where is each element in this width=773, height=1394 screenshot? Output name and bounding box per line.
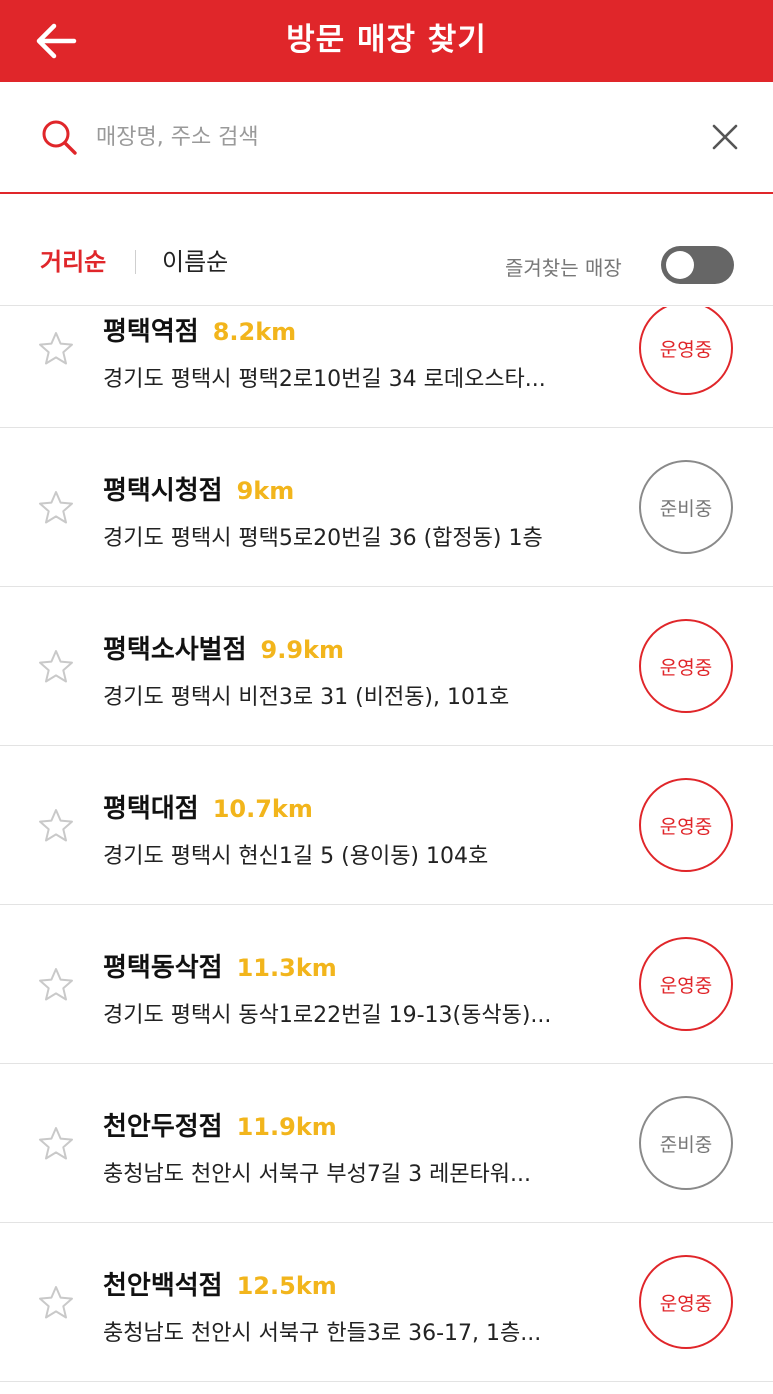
- store-distance: 12.5km: [236, 1272, 337, 1300]
- store-distance: 11.9km: [236, 1113, 337, 1141]
- page-title: 방문 매장 찾기: [286, 22, 487, 58]
- favorite-stores-toggle[interactable]: [661, 246, 734, 284]
- store-status-badge: 운영중: [639, 937, 733, 1031]
- star-outline-icon[interactable]: [37, 966, 75, 1004]
- store-status-badge: 준비중: [639, 460, 733, 554]
- store-address: 경기도 평택시 평택5로20번길 36 (합정동) 1층: [103, 526, 543, 551]
- store-list: 평택역점 8.2km 경기도 평택시 평택2로10번길 34 로데오스타... 운영중…: [0, 307, 773, 1394]
- store-list-item[interactable]: 평택역점 8.2km 경기도 평택시 평택2로10번길 34 로데오스타... 운영중: [0, 307, 773, 428]
- store-name-text: 천안백석점: [103, 1271, 223, 1301]
- store-distance: 10.7km: [212, 795, 313, 823]
- store-name-text: 천안두정점: [103, 1112, 223, 1142]
- star-outline-icon[interactable]: [37, 1284, 75, 1322]
- store-list-item[interactable]: 평택대점 10.7km 경기도 평택시 현신1길 5 (용이동) 104호 운영중: [0, 746, 773, 905]
- star-outline-icon[interactable]: [37, 807, 75, 845]
- store-status-badge: 준비중: [639, 1096, 733, 1190]
- store-name: 평택시청점 9km: [103, 470, 294, 507]
- store-distance: 9.9km: [260, 636, 345, 664]
- store-distance: 11.3km: [236, 954, 337, 982]
- clear-search-button[interactable]: [706, 118, 744, 156]
- sort-divider: [135, 250, 136, 274]
- store-name: 천안백석점 12.5km: [103, 1265, 337, 1302]
- store-name-text: 평택대점: [103, 794, 199, 824]
- store-name-text: 평택역점: [103, 317, 199, 347]
- store-status-badge: 운영중: [639, 619, 733, 713]
- store-list-item[interactable]: 평택동삭점 11.3km 경기도 평택시 동삭1로22번길 19-13(동삭동)..…: [0, 905, 773, 1064]
- store-address: 충청남도 천안시 서북구 부성7길 3 레몬타워...: [103, 1162, 532, 1187]
- star-outline-icon[interactable]: [37, 1125, 75, 1163]
- store-list-item[interactable]: 천안백석점 12.5km 충청남도 천안시 서북구 한들3로 36-17, 1층..…: [0, 1223, 773, 1382]
- star-outline-icon[interactable]: [37, 489, 75, 527]
- store-name-text: 평택시청점: [103, 476, 223, 506]
- store-name: 평택소사벌점 9.9km: [103, 629, 344, 666]
- search-bar: [0, 82, 773, 194]
- store-address: 충청남도 천안시 서북구 한들3로 36-17, 1층...: [103, 1321, 542, 1346]
- toggle-knob: [666, 251, 694, 279]
- store-name: 평택역점 8.2km: [103, 311, 296, 348]
- store-list-item[interactable]: 평택소사벌점 9.9km 경기도 평택시 비전3로 31 (비전동), 101호 운영…: [0, 587, 773, 746]
- store-status-badge: 운영중: [639, 307, 733, 395]
- sort-filter-row: 거리순 이름순 즐겨찾는 매장: [0, 196, 773, 306]
- star-outline-icon[interactable]: [37, 330, 75, 368]
- store-name: 천안두정점 11.9km: [103, 1106, 337, 1143]
- store-list-item[interactable]: 천안두정점 11.9km 충청남도 천안시 서북구 부성7길 3 레몬타워... 준비…: [0, 1064, 773, 1223]
- close-icon: [712, 124, 738, 150]
- store-status-badge: 운영중: [639, 1255, 733, 1349]
- favorite-stores-label: 즐겨찾는 매장: [505, 256, 622, 280]
- store-name: 평택동삭점 11.3km: [103, 947, 337, 984]
- sort-by-name-tab[interactable]: 이름순: [162, 242, 228, 277]
- store-address: 경기도 평택시 동삭1로22번길 19-13(동삭동)...: [103, 1003, 552, 1028]
- star-outline-icon[interactable]: [37, 648, 75, 686]
- store-status-badge: 운영중: [639, 778, 733, 872]
- store-distance: 9km: [236, 477, 295, 505]
- search-input[interactable]: [96, 116, 676, 158]
- store-address: 경기도 평택시 비전3로 31 (비전동), 101호: [103, 685, 510, 710]
- store-name-text: 평택동삭점: [103, 953, 223, 983]
- sort-by-distance-tab[interactable]: 거리순: [40, 242, 106, 277]
- store-name: 평택대점 10.7km: [103, 788, 313, 825]
- store-distance: 8.2km: [212, 318, 297, 346]
- store-address: 경기도 평택시 평택2로10번길 34 로데오스타...: [103, 367, 546, 392]
- app-bar: 방문 매장 찾기: [0, 0, 773, 82]
- store-list-item[interactable]: 평택시청점 9km 경기도 평택시 평택5로20번길 36 (합정동) 1층 준비중: [0, 428, 773, 587]
- search-icon: [42, 120, 77, 155]
- store-address: 경기도 평택시 현신1길 5 (용이동) 104호: [103, 844, 489, 869]
- store-name-text: 평택소사벌점: [103, 635, 247, 665]
